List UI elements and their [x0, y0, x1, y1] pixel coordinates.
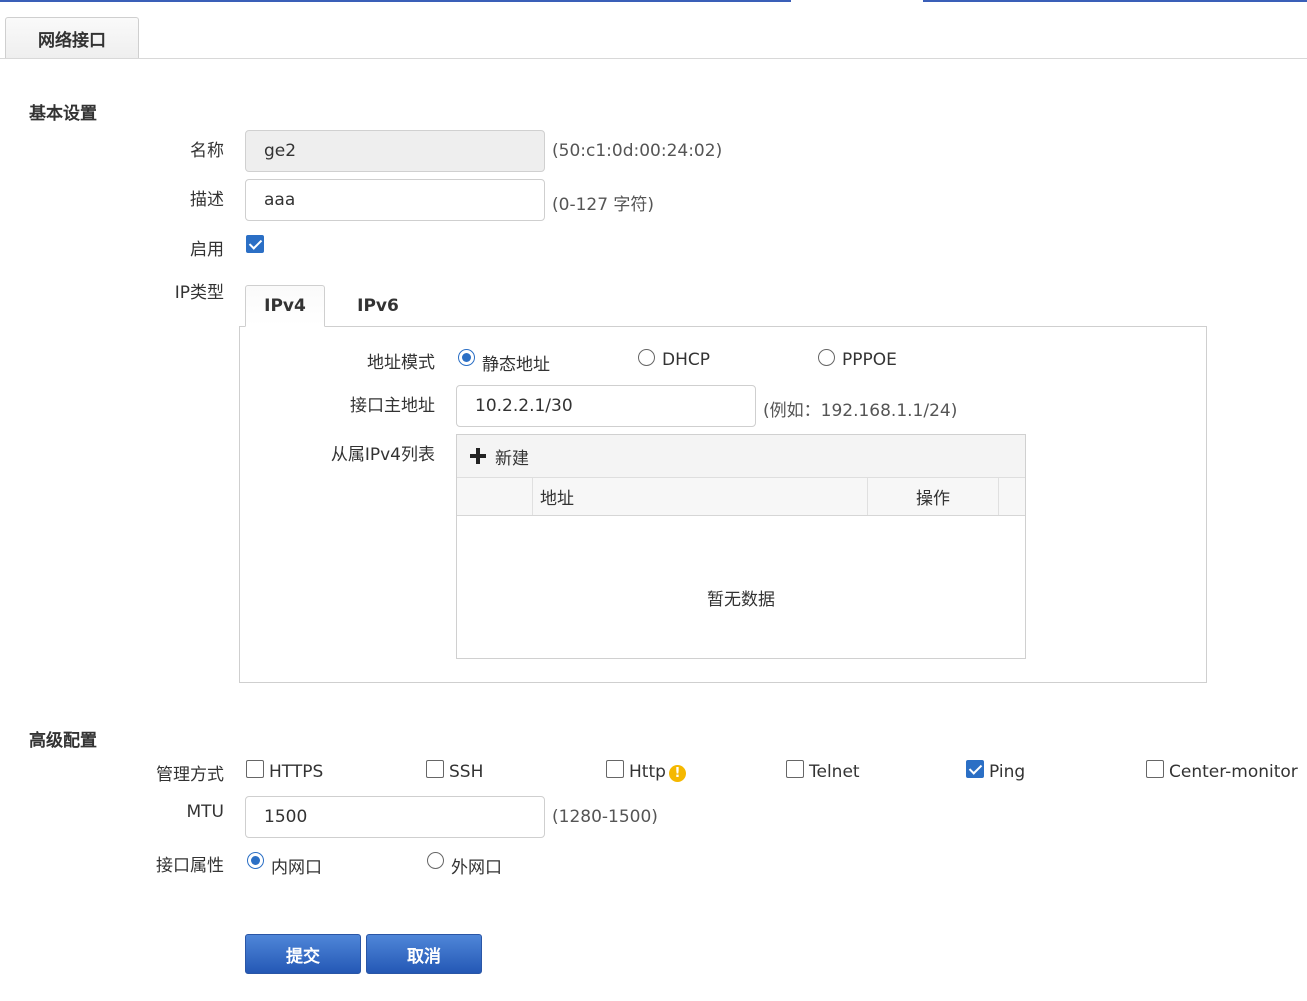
tab-ipv6[interactable]: IPv6: [338, 285, 418, 327]
mgmt-ping-label[interactable]: Ping: [989, 762, 1025, 782]
section-title-basic: 基本设置: [29, 104, 97, 124]
primary-address-label: 接口主地址: [350, 396, 435, 416]
address-mode-label: 地址模式: [367, 353, 435, 373]
interface-attribute-label: 接口属性: [156, 856, 224, 876]
primary-address-hint: (例如：192.168.1.1/24): [763, 401, 958, 421]
tab-divider: [0, 58, 1307, 59]
top-accent-bar-left: [0, 0, 791, 2]
column-action: 操作: [868, 478, 999, 515]
attr-external-radio[interactable]: [427, 852, 444, 869]
mgmt-ssh-label[interactable]: SSH: [449, 762, 483, 782]
column-address: 地址: [533, 478, 868, 515]
warning-icon[interactable]: !: [669, 765, 686, 782]
mgmt-https-label[interactable]: HTTPS: [269, 762, 323, 782]
enable-checkbox[interactable]: [246, 235, 264, 253]
tab-ipv4[interactable]: IPv4: [245, 285, 325, 327]
section-title-advanced: 高级配置: [29, 731, 97, 751]
mode-pppoe-label[interactable]: PPPOE: [842, 350, 897, 370]
table-toolbar: 新建: [457, 435, 1025, 478]
secondary-list-label: 从属IPv4列表: [330, 445, 435, 465]
primary-address-field[interactable]: [456, 385, 756, 427]
mode-pppoe-radio[interactable]: [818, 349, 835, 366]
ip-type-label: IP类型: [174, 283, 224, 303]
add-button-label: 新建: [495, 448, 529, 469]
mode-static-radio[interactable]: [458, 349, 475, 366]
mgmt-http-checkbox[interactable]: [606, 760, 624, 778]
mgmt-telnet-checkbox[interactable]: [786, 760, 804, 778]
description-label: 描述: [190, 190, 224, 210]
mgmt-ping-checkbox[interactable]: [966, 760, 984, 778]
mode-dhcp-radio[interactable]: [638, 349, 655, 366]
submit-button[interactable]: 提交: [245, 934, 361, 974]
secondary-ipv4-table: 新建 地址 操作 暂无数据: [456, 434, 1026, 659]
management-label: 管理方式: [156, 765, 224, 785]
table-header: 地址 操作: [457, 478, 1025, 516]
cancel-button[interactable]: 取消: [366, 934, 482, 974]
description-field[interactable]: [245, 179, 545, 221]
empty-text: 暂无数据: [707, 590, 775, 610]
column-checkbox: [457, 478, 533, 515]
tab-network-interface[interactable]: 网络接口: [5, 17, 139, 59]
mode-static-label[interactable]: 静态地址: [482, 350, 550, 375]
plus-icon: [470, 448, 486, 464]
enable-label: 启用: [190, 240, 224, 260]
attr-external-label[interactable]: 外网口: [451, 853, 502, 878]
attr-internal-label[interactable]: 内网口: [271, 853, 322, 878]
mgmt-ssh-checkbox[interactable]: [426, 760, 444, 778]
description-hint: (0-127 字符): [552, 195, 655, 215]
mgmt-https-checkbox[interactable]: [246, 760, 264, 778]
mtu-label: MTU: [186, 802, 225, 822]
mgmt-center-monitor-checkbox[interactable]: [1146, 760, 1164, 778]
name-field[interactable]: [245, 130, 545, 172]
name-label: 名称: [190, 141, 224, 161]
top-accent-bar-right: [923, 0, 1307, 2]
mgmt-center-monitor-label[interactable]: Center-monitor: [1169, 762, 1298, 782]
mtu-hint: (1280-1500): [552, 807, 658, 827]
add-button[interactable]: 新建: [469, 444, 529, 469]
mode-dhcp-label[interactable]: DHCP: [662, 350, 710, 370]
mtu-field[interactable]: [245, 796, 545, 838]
attr-internal-radio[interactable]: [247, 852, 264, 869]
mgmt-telnet-label[interactable]: Telnet: [809, 762, 860, 782]
mgmt-http-label[interactable]: Http: [629, 762, 666, 782]
name-hint: (50:c1:0d:00:24:02): [552, 141, 723, 161]
